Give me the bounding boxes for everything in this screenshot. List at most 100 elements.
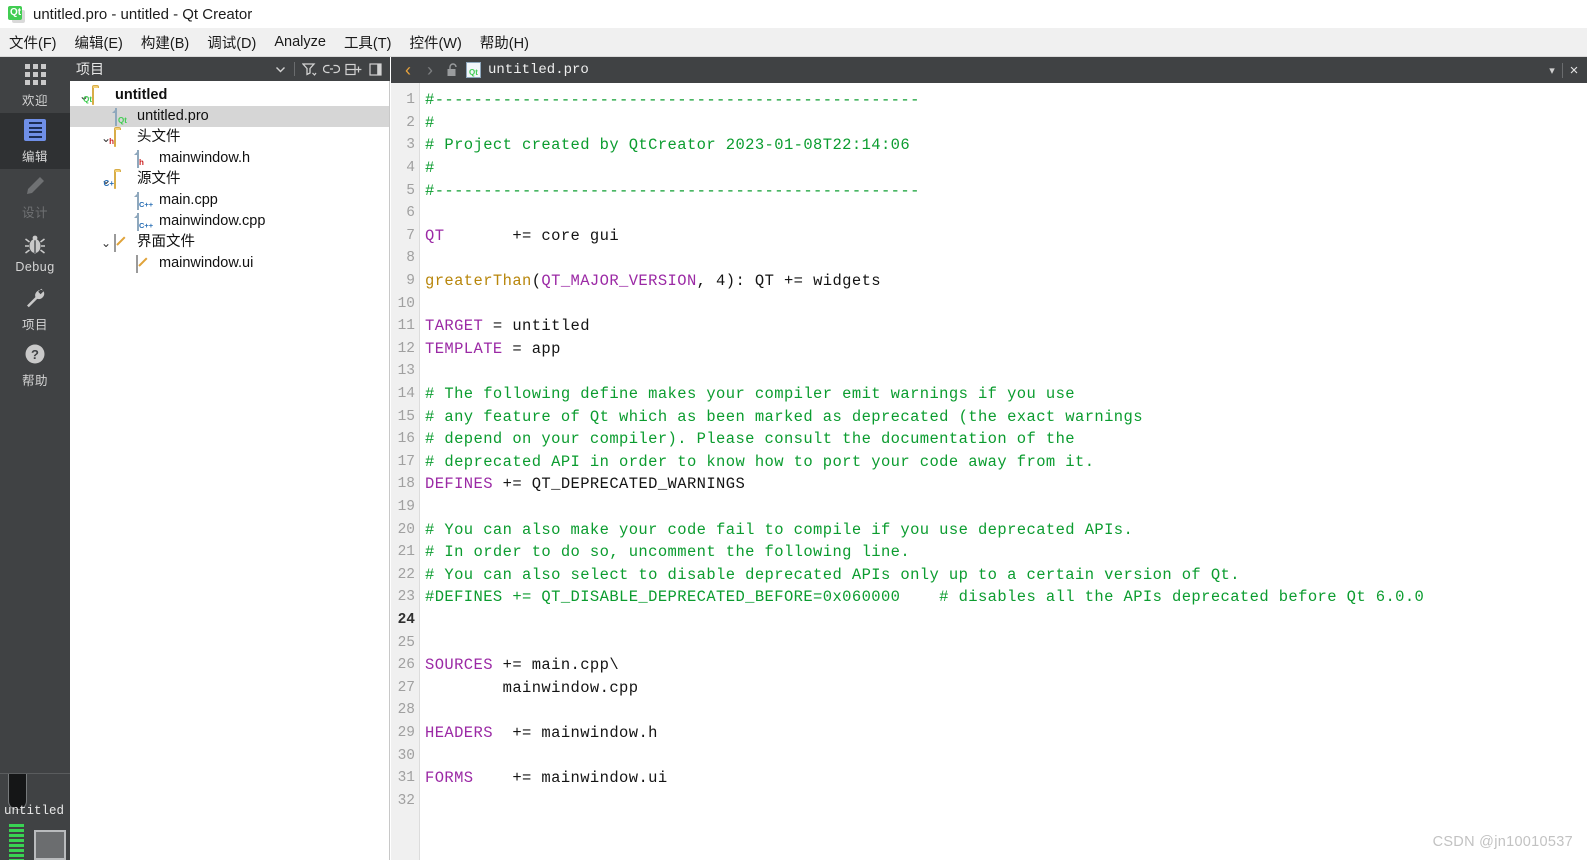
unlocked-icon[interactable] (441, 63, 463, 77)
mode-项目[interactable]: 项目 (0, 281, 70, 337)
file-pro-icon: Qt (114, 108, 131, 126)
mode-debug[interactable]: Debug (0, 225, 70, 281)
mode-欢迎[interactable]: 欢迎 (0, 57, 70, 113)
qt-logo-icon: Qt (8, 5, 25, 23)
tree-item-label: main.cpp (159, 192, 218, 208)
menu-analyze[interactable]: Analyze (265, 30, 335, 54)
code-line-text: QT += core gui (419, 227, 619, 245)
navigate-forward-button[interactable]: › (419, 60, 441, 80)
code-token-plain: = app (502, 339, 561, 358)
menu-bar: 文件(F) 编辑(E) 构建(B) 调试(D) Analyze 工具(T) 控件(W) 帮助(… (0, 28, 1587, 57)
code-token-comment: #DEFINES += QT_DISABLE_DEPRECATED_BEFORE… (425, 588, 1425, 607)
tree-item[interactable]: h mainwindow.h (70, 148, 389, 169)
editor-tab-filename[interactable]: untitled.pro (488, 62, 589, 78)
menu-build[interactable]: 构建(B) (132, 28, 198, 57)
menu-debug[interactable]: 调试(D) (198, 28, 265, 57)
mode-label: 欢迎 (21, 93, 48, 108)
line-number: 30 (397, 747, 415, 764)
tree-item[interactable]: C++ mainwindow.cpp (70, 211, 389, 232)
code-token-var: HEADERS (425, 723, 493, 742)
tree-item-label: 头文件 (137, 129, 181, 145)
pro-file-icon: Qt (466, 62, 481, 78)
tree-item[interactable]: ⌄ C+ 源文件 (70, 169, 389, 190)
editor-tab-bar: ‹ › Qt untitled.pro ▾ × (391, 57, 1587, 83)
tree-item[interactable]: Qt untitled.pro (70, 106, 389, 127)
chevron-down-icon[interactable] (269, 59, 291, 79)
mode-label: Debug (15, 260, 55, 274)
code-token-plain: ( (531, 272, 542, 291)
project-panel-header: 项目 (70, 57, 390, 81)
tree-item-label: mainwindow.ui (159, 255, 254, 271)
code-line: 26 SOURCES += main.cpp\ (391, 654, 1587, 677)
navigate-back-button[interactable]: ‹ (397, 60, 419, 80)
editor-tab-dropdown-icon[interactable]: ▾ (1542, 64, 1562, 77)
code-line-text: # depend on your compiler). Please consu… (419, 430, 1075, 448)
code-line-text: HEADERS += mainwindow.h (419, 724, 658, 742)
split-pane-icon[interactable] (342, 59, 364, 79)
menu-widgets[interactable]: 控件(W) (400, 28, 470, 57)
code-line-text: # Project created by QtCreator 2023-01-0… (419, 136, 910, 154)
line-number: 28 (397, 702, 415, 719)
menu-file[interactable]: 文件(F) (0, 28, 66, 57)
close-panel-icon[interactable] (364, 59, 386, 79)
code-line-text: # deprecated API in order to know how to… (419, 453, 1094, 471)
code-token-comment: # (425, 159, 435, 178)
code-line-text: TEMPLATE = app (419, 340, 561, 358)
code-line-text: SOURCES += main.cpp\ (419, 656, 619, 674)
code-token-var: DEFINES (425, 475, 493, 494)
code-line-text: # In order to do so, uncomment the follo… (419, 543, 910, 561)
tree-item[interactable]: C++ main.cpp (70, 190, 389, 211)
tree-item[interactable]: ⌄ Qt untitled (70, 85, 389, 106)
tree-item[interactable]: ⌄ h 头文件 (70, 127, 389, 148)
kit-name-label: untitled (4, 804, 65, 818)
code-token-plain: += mainwindow.h (492, 723, 658, 742)
code-line: 31 FORMS += mainwindow.ui (391, 767, 1587, 790)
filter-icon[interactable] (298, 59, 320, 79)
code-token-var: QT_MAJOR_VERSION (541, 272, 697, 291)
run-stop-button[interactable] (34, 830, 66, 860)
code-line: 3 # Project created by QtCreator 2023-01-… (391, 134, 1587, 157)
code-line-text: # (419, 114, 435, 132)
line-number: 4 (406, 160, 415, 177)
menu-edit[interactable]: 编辑(E) (66, 28, 132, 57)
code-line-text: # The following define makes your compil… (419, 385, 1075, 403)
svg-text:?: ? (31, 347, 39, 362)
menu-tools[interactable]: 工具(T) (335, 28, 401, 57)
qt-creator-window: Qt untitled.pro - untitled - Qt Creator … (0, 0, 1587, 860)
code-token-comment: # any feature of Qt which as been marked… (425, 407, 1143, 426)
code-editor[interactable]: 1 #--------------------------------------… (391, 83, 1587, 860)
line-number: 7 (406, 227, 415, 244)
code-token-func: greaterThan (425, 272, 532, 291)
code-line: 17 # deprecated API in order to know how … (391, 451, 1587, 474)
code-token-plain: mainwindow.cpp (425, 678, 639, 697)
code-line-text: # You can also select to disable depreca… (419, 566, 1240, 584)
code-line: 9 greaterThan(QT_MAJOR_VERSION, 4): QT +=… (391, 270, 1587, 293)
pro-file-icon-tag: Qt (469, 68, 478, 77)
file-h-icon: h (136, 150, 153, 168)
mode-编辑[interactable]: 编辑 (0, 113, 70, 169)
code-line: 30 (391, 744, 1587, 767)
window-title: untitled.pro - untitled - Qt Creator (33, 5, 253, 23)
line-number: 6 (406, 205, 415, 222)
code-token-comment: # deprecated API in order to know how to… (425, 452, 1095, 471)
chevron-down-icon[interactable]: ⌄ (98, 236, 114, 250)
link-icon[interactable] (320, 59, 342, 79)
menu-help[interactable]: 帮助(H) (471, 28, 538, 57)
line-number: 9 (406, 273, 415, 290)
tree-item[interactable]: ⌄ 界面文件 (70, 232, 389, 253)
line-number: 17 (397, 453, 415, 470)
line-number: 26 (397, 657, 415, 674)
build-progress-indicator (9, 824, 24, 860)
mode-帮助[interactable]: ? 帮助 (0, 337, 70, 393)
editor-tab-close-button[interactable]: × (1563, 62, 1585, 79)
bug-icon (23, 232, 47, 257)
line-number: 10 (397, 295, 415, 312)
line-number: 5 (406, 182, 415, 199)
tree-item[interactable]: mainwindow.ui (70, 253, 389, 274)
line-number: 25 (397, 634, 415, 651)
line-number: 1 (406, 92, 415, 109)
code-line: 16 # depend on your compiler). Please con… (391, 428, 1587, 451)
code-token-comment: # You can also make your code fail to co… (425, 520, 1134, 539)
kit-selector[interactable]: untitled (0, 773, 70, 860)
line-number: 23 (397, 589, 415, 606)
